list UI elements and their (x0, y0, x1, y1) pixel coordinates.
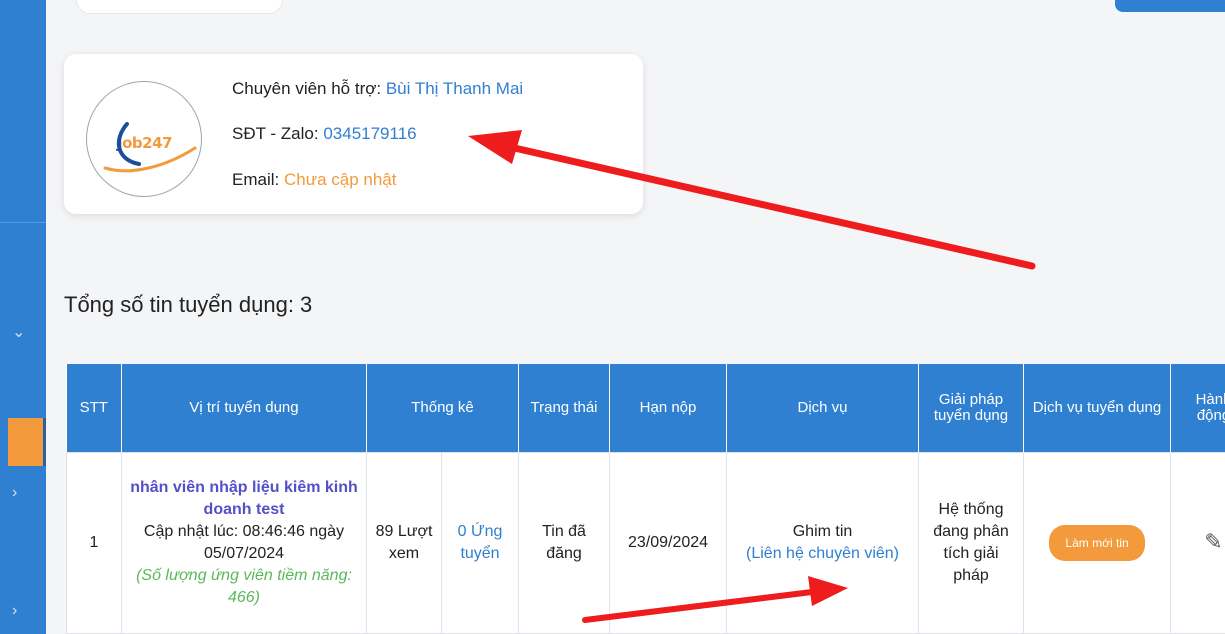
annotation-arrows (468, 130, 1036, 623)
annotation-arrow-service (582, 576, 848, 623)
annotation-arrow-phone (468, 130, 1036, 270)
